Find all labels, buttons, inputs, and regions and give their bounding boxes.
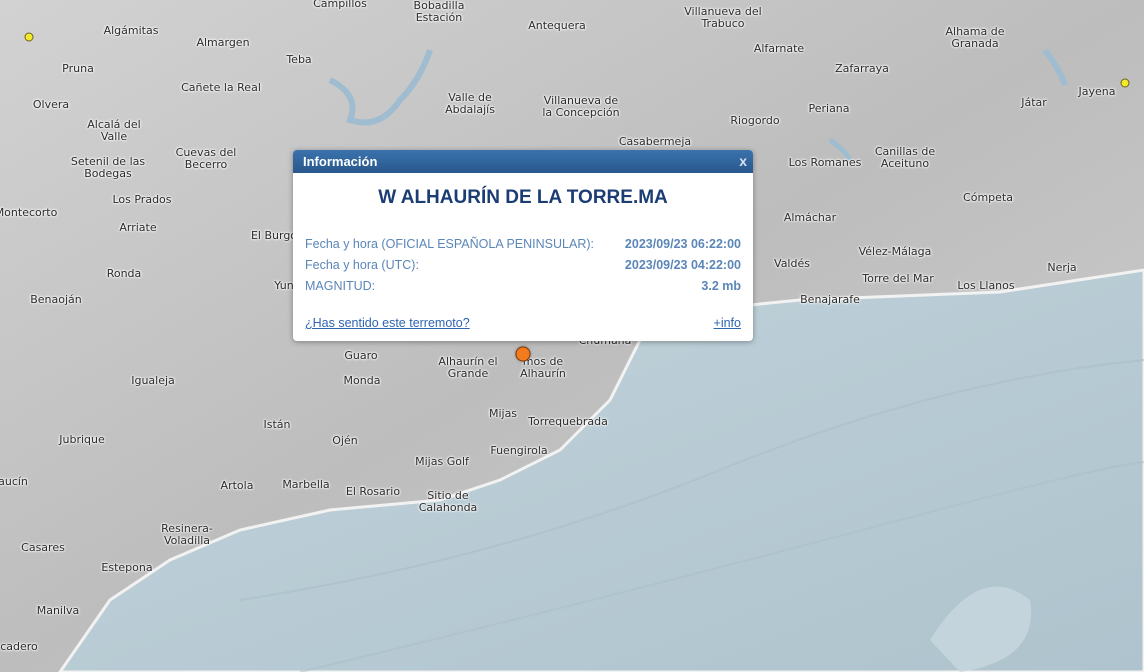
place-label: Manilva <box>36 604 80 617</box>
place-label: Guaro <box>344 349 378 362</box>
place-label: Nerja <box>1047 261 1077 274</box>
place-label: aucín <box>0 475 28 488</box>
place-label: Istán <box>263 418 291 431</box>
place-label: Igualeja <box>131 374 175 387</box>
place-label: Ronda <box>106 267 142 280</box>
place-label: Benaoján <box>30 293 82 306</box>
earthquake-marker[interactable] <box>24 32 34 42</box>
place-label: Zafarraya <box>835 62 889 75</box>
place-label: Casares <box>21 541 65 554</box>
place-label: Villanueva del Trabuco <box>684 5 762 30</box>
detail-row-official-time: Fecha y hora (OFICIAL ESPAÑOLA PENINSULA… <box>305 234 741 255</box>
place-label: Los Prados <box>112 193 172 206</box>
place-label: Estepona <box>101 561 153 574</box>
place-label: Alfarnate <box>753 42 805 55</box>
place-label: Cuevas del Becerro <box>175 146 237 171</box>
place-label: Montecorto <box>0 206 58 219</box>
place-label: Mijas <box>488 407 518 420</box>
place-label: Setenil de las Bodegas <box>70 155 146 180</box>
detail-value: 2023/09/23 04:22:00 <box>624 258 741 272</box>
place-label: Benajarafe <box>800 293 860 306</box>
place-label: Marbella <box>282 478 330 491</box>
place-label: cadero <box>0 640 38 653</box>
place-label: Almáchar <box>783 211 837 224</box>
place-label: Casabermeja <box>618 135 692 148</box>
popup-title: Información <box>303 154 378 169</box>
popup-details: Fecha y hora (OFICIAL ESPAÑOLA PENINSULA… <box>305 234 741 297</box>
place-label: Olvera <box>32 98 70 111</box>
place-label: Teba <box>286 53 312 66</box>
epicenter-marker[interactable] <box>515 346 531 362</box>
place-label: Almargen <box>196 36 250 49</box>
info-popup: Información x W ALHAURÍN DE LA TORRE.MA … <box>293 150 753 341</box>
place-label: Villanueva de la Concepción <box>542 94 620 119</box>
place-label: Campillos <box>313 0 367 10</box>
place-label: Bobadilla Estación <box>413 0 465 24</box>
place-label: El Burgo <box>250 229 298 242</box>
place-label: Los Llanos <box>957 279 1015 292</box>
place-label: Pruna <box>62 62 94 75</box>
place-label: Jubrique <box>59 433 105 446</box>
place-label: Cómpeta <box>963 191 1013 204</box>
place-label: Valle de Abdalajís <box>445 91 495 116</box>
place-label: El Rosario <box>345 485 401 498</box>
felt-earthquake-link[interactable]: ¿Has sentido este terremoto? <box>305 316 470 330</box>
place-label: Algámitas <box>103 24 159 37</box>
detail-label: Fecha y hora (OFICIAL ESPAÑOLA PENINSULA… <box>305 237 594 251</box>
detail-value: 2023/09/23 06:22:00 <box>624 237 741 251</box>
popup-titlebar: Información x <box>293 150 753 173</box>
place-label: Antequera <box>528 19 586 32</box>
place-label: Arriate <box>119 221 157 234</box>
place-label: Vélez-Málaga <box>858 245 932 258</box>
place-label: Periana <box>808 102 850 115</box>
place-label: Canillas de Aceituno <box>874 145 936 170</box>
detail-row-magnitude: MAGNITUD: 3.2 mb <box>305 276 741 297</box>
place-label: Cañete la Real <box>181 81 261 94</box>
place-label: Sitio de Calahonda <box>418 489 478 514</box>
detail-label: Fecha y hora (UTC): <box>305 258 419 272</box>
more-info-link[interactable]: +info <box>714 316 741 330</box>
place-label: Los Romanes <box>788 156 862 169</box>
earthquake-marker[interactable] <box>1120 78 1130 88</box>
place-label: Alhama de Granada <box>945 25 1005 50</box>
earthquake-location: W ALHAURÍN DE LA TORRE.MA <box>378 187 668 208</box>
place-label: Torre del Mar <box>862 272 934 285</box>
place-label: Alhaurín el Grande <box>438 355 498 380</box>
detail-label: MAGNITUD: <box>305 279 376 293</box>
detail-row-utc-time: Fecha y hora (UTC): 2023/09/23 04:22:00 <box>305 255 741 276</box>
place-label: Alcalá del Valle <box>87 118 141 143</box>
place-label: Artola <box>220 479 254 492</box>
place-label: Torrequebrada <box>528 415 608 428</box>
popup-links: ¿Has sentido este terremoto? +info <box>305 316 741 330</box>
place-label: Monda <box>343 374 381 387</box>
place-label: Fuengirola <box>490 444 548 457</box>
place-label: Mijas Golf <box>415 455 469 468</box>
place-label: Yun <box>274 279 294 292</box>
place-label: Ojén <box>332 434 358 447</box>
place-label: Valdés <box>774 257 810 270</box>
place-label: Jayena <box>1078 85 1116 98</box>
place-label: Játar <box>1021 96 1047 109</box>
place-label: Resinera- Voladilla <box>161 522 213 547</box>
place-label: Riogordo <box>730 114 780 127</box>
close-icon[interactable]: x <box>739 150 747 173</box>
detail-value: 3.2 mb <box>701 279 741 293</box>
